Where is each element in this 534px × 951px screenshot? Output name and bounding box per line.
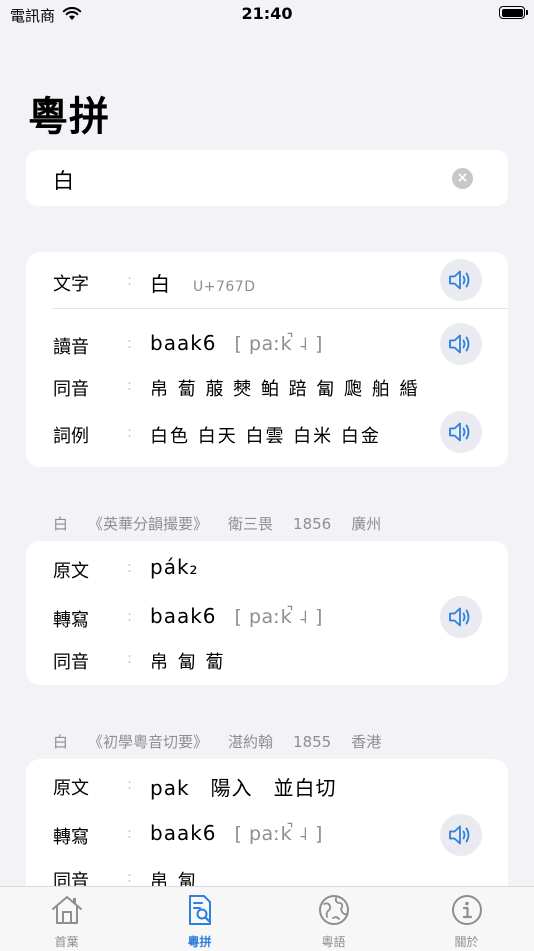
source-year: 1856	[293, 515, 332, 533]
tab-about-label: 關於	[454, 935, 479, 949]
tab-home[interactable]: 首葉	[0, 887, 133, 951]
homophone-row: 同音 : 帛 蔔 菔 僰 鲌 踣 匐 瓟 舶 緍	[53, 376, 420, 400]
tab-cantonese[interactable]: 粵語	[267, 887, 400, 951]
character-card: 文字 : 白 U+767D 讀音 : baak6[ paːk̚ ˨ ] 同音 : …	[26, 252, 508, 467]
speaker-icon	[449, 422, 470, 442]
character-label: 文字	[53, 274, 89, 295]
tab-jyutping[interactable]: 粵拼	[133, 887, 266, 951]
original-text: pák₂	[150, 555, 199, 579]
source-place: 廣州	[351, 515, 382, 533]
speak-examples-button[interactable]	[440, 411, 482, 453]
original-row: 原文 : pak 陽入 並白切	[53, 765, 508, 805]
speak-transliteration-button[interactable]	[440, 596, 482, 638]
source-author: 衛三畏	[228, 515, 274, 533]
tab-home-label: 首葉	[54, 935, 79, 949]
tab-cantonese-label: 粵語	[321, 935, 346, 949]
source-book: 《英華分韻撮要》	[88, 515, 209, 533]
examples: 白色 白天 白雲 白米 白金	[150, 426, 381, 447]
status-bar: 電訊商 21:40	[0, 0, 534, 30]
divider	[53, 308, 508, 309]
reading-ipa: [ paːk̚ ˨ ]	[234, 333, 323, 355]
info-icon	[451, 895, 482, 925]
homophones: 帛 蔔 菔 僰 鲌 踣 匐 瓟 舶 緍	[150, 379, 420, 400]
homophone-label: 同音	[53, 652, 89, 673]
reading-jyutping: baak6	[150, 331, 217, 355]
clock: 21:40	[241, 4, 293, 23]
speak-character-button[interactable]	[440, 259, 482, 301]
source-header: 白 《初學粵音切要》 湛約翰 1855 香港	[53, 731, 401, 752]
original-label: 原文	[53, 778, 89, 799]
transliteration-jyutping: baak6	[150, 821, 217, 845]
source-place: 香港	[351, 733, 382, 751]
source-char: 白	[53, 515, 69, 533]
homophone-row: 同音 : 帛 匐 蔔	[53, 649, 226, 673]
transliteration-label: 轉寫	[53, 610, 89, 631]
source-year: 1855	[293, 733, 332, 751]
transliteration-ipa: [ paːk̚ ˨ ]	[234, 606, 323, 628]
tab-about[interactable]: 關於	[400, 887, 533, 951]
original-label: 原文	[53, 561, 89, 582]
page-title: 粵拼	[28, 94, 110, 140]
homophone-label: 同音	[53, 379, 89, 400]
character-value: 白	[150, 272, 171, 296]
search-field[interactable]: 白 ×	[26, 150, 508, 206]
speaker-icon	[449, 270, 470, 290]
original-row: 原文 : pák₂	[53, 555, 199, 582]
homophones: 帛 匐 蔔	[150, 652, 226, 673]
battery-icon	[499, 6, 528, 19]
reading-label: 讀音	[53, 337, 89, 358]
source-card: 原文 : pák₂ 轉寫 : baak6[ paːk̚ ˨ ] 同音 : 帛 匐…	[26, 541, 508, 685]
speaker-icon	[449, 334, 470, 354]
tab-jyutping-label: 粵拼	[187, 935, 212, 949]
speaker-icon	[449, 607, 470, 627]
original-text: pak 陽入 並白切	[150, 776, 337, 800]
unicode-code: U+767D	[193, 279, 256, 295]
tab-bar: 首葉 粵拼 粵語 關於	[0, 886, 534, 951]
source-header: 白 《英華分韻撮要》 衛三畏 1856 廣州	[53, 513, 401, 534]
search-input[interactable]: 白	[53, 165, 75, 195]
transliteration-jyutping: baak6	[150, 604, 217, 628]
home-icon	[51, 896, 82, 924]
transliteration-ipa: [ paːk̚ ˨ ]	[234, 823, 323, 845]
globe-icon	[318, 895, 349, 925]
examples-label: 詞例	[53, 426, 89, 447]
source-author: 湛約翰	[228, 733, 274, 751]
transliteration-label: 轉寫	[53, 827, 89, 848]
source-char: 白	[53, 733, 69, 751]
clear-icon[interactable]: ×	[452, 168, 473, 189]
speaker-icon	[449, 825, 470, 845]
search-document-icon	[188, 895, 211, 925]
speak-transliteration-button[interactable]	[440, 814, 482, 856]
speak-reading-button[interactable]	[440, 323, 482, 365]
source-book: 《初學粵音切要》	[88, 733, 209, 751]
